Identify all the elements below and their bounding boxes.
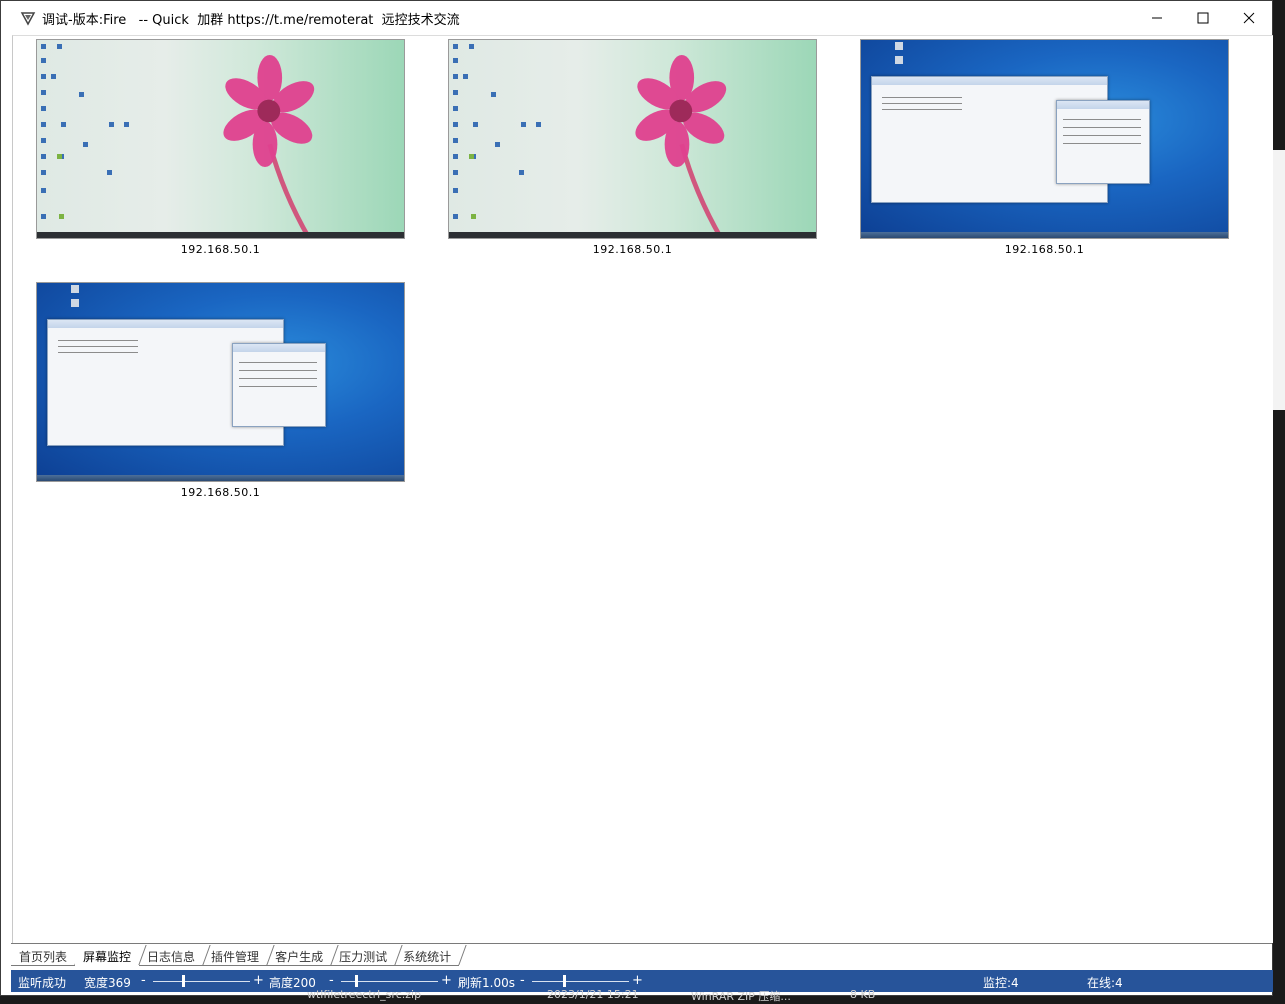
tab-bar: 首页列表 屏幕监控 日志信息 插件管理 客户生成 压力测试 系统统计: [11, 943, 1272, 970]
title-bar[interactable]: 调试-版本:Fire -- Quick 加群 https://t.me/remo…: [1, 1, 1272, 35]
background-window-edge: [1273, 150, 1285, 410]
taskbar: [37, 232, 404, 238]
refresh-increase-button[interactable]: +: [632, 973, 643, 988]
desktop-icon: [71, 285, 79, 293]
desktop-icon: [895, 42, 903, 50]
main-window: 调试-版本:Fire -- Quick 加群 https://t.me/remo…: [0, 0, 1273, 996]
minimize-button[interactable]: [1134, 1, 1180, 35]
screen-thumbnail[interactable]: 192.168.50.1: [36, 282, 405, 499]
flower-wallpaper: [223, 54, 315, 238]
tab-home-list[interactable]: 首页列表: [11, 944, 76, 968]
tab-stress-test[interactable]: 压力测试: [331, 944, 396, 968]
background-file-row: wtlfiletreectrl_src.zip 2023/1/21 15:21 …: [280, 988, 980, 1003]
minimize-icon: [1152, 17, 1162, 19]
desktop-icon: [71, 299, 79, 307]
desktop-icon: [895, 56, 903, 64]
desktop-preview[interactable]: [448, 39, 817, 239]
thumbnail-caption: 192.168.50.1: [180, 243, 261, 256]
refresh-label: 刷新1.00s: [458, 976, 515, 990]
online-count: 在线:4: [1087, 976, 1123, 990]
window-preview: [1056, 100, 1150, 184]
height-slider[interactable]: - +: [327, 973, 452, 988]
screen-monitor-panel: 192.168.50.1 192.168.50.1 192.168.50.1 1…: [12, 35, 1273, 943]
screen-thumbnail[interactable]: 192.168.50.1: [448, 39, 817, 256]
refresh-slider-thumb[interactable]: [563, 975, 566, 987]
window-controls: [1134, 1, 1272, 35]
taskbar: [37, 475, 404, 481]
thumbnail-caption: 192.168.50.1: [592, 243, 673, 256]
refresh-decrease-button[interactable]: -: [520, 973, 525, 988]
status-bar: 监听成功 宽度369 - + 高度200 - + 刷新1.00s - + 监控:…: [11, 970, 1273, 992]
thumbnail-caption: 192.168.50.1: [1004, 243, 1085, 256]
height-increase-button[interactable]: +: [441, 973, 452, 988]
window-title: 调试-版本:Fire -- Quick 加群 https://t.me/remo…: [42, 12, 460, 28]
tab-client-builder[interactable]: 客户生成: [267, 944, 332, 968]
desktop-preview[interactable]: [36, 282, 405, 482]
flower-wallpaper: [635, 54, 727, 238]
tab-plugin-manager[interactable]: 插件管理: [203, 944, 268, 968]
width-increase-button[interactable]: +: [253, 973, 264, 988]
background-file-name: wtlfiletreectrl_src.zip: [307, 988, 422, 1001]
tab-screen-monitor[interactable]: 屏幕监控: [75, 944, 140, 968]
taskbar: [861, 232, 1228, 238]
app-logo-icon: [20, 12, 36, 26]
thumbnail-caption: 192.168.50.1: [180, 486, 261, 499]
width-label: 宽度369: [84, 976, 131, 990]
background-file-type: WinRAR ZIP 压缩...: [691, 990, 791, 1003]
listen-status: 监听成功: [18, 976, 67, 990]
height-decrease-button[interactable]: -: [329, 973, 334, 988]
screen-thumbnail[interactable]: 192.168.50.1: [860, 39, 1229, 256]
window-preview: [232, 343, 326, 427]
desktop-preview[interactable]: [860, 39, 1229, 239]
close-button[interactable]: [1226, 1, 1272, 35]
width-decrease-button[interactable]: -: [141, 973, 146, 988]
background-file-date: 2023/1/21 15:21: [547, 988, 639, 1001]
background-file-size: 8 KB: [850, 988, 876, 1001]
maximize-button[interactable]: [1180, 1, 1226, 35]
desktop-preview[interactable]: [36, 39, 405, 239]
height-slider-thumb[interactable]: [355, 975, 358, 987]
taskbar: [449, 232, 816, 238]
width-slider[interactable]: - +: [139, 973, 264, 988]
refresh-slider[interactable]: - +: [518, 973, 643, 988]
tab-system-stats[interactable]: 系统统计: [395, 944, 460, 968]
close-icon: [1243, 12, 1255, 24]
width-slider-thumb[interactable]: [182, 975, 185, 987]
maximize-icon: [1197, 12, 1209, 24]
monitor-count: 监控:4: [983, 976, 1019, 990]
tab-log-info[interactable]: 日志信息: [139, 944, 204, 968]
screen-thumbnail[interactable]: 192.168.50.1: [36, 39, 405, 256]
